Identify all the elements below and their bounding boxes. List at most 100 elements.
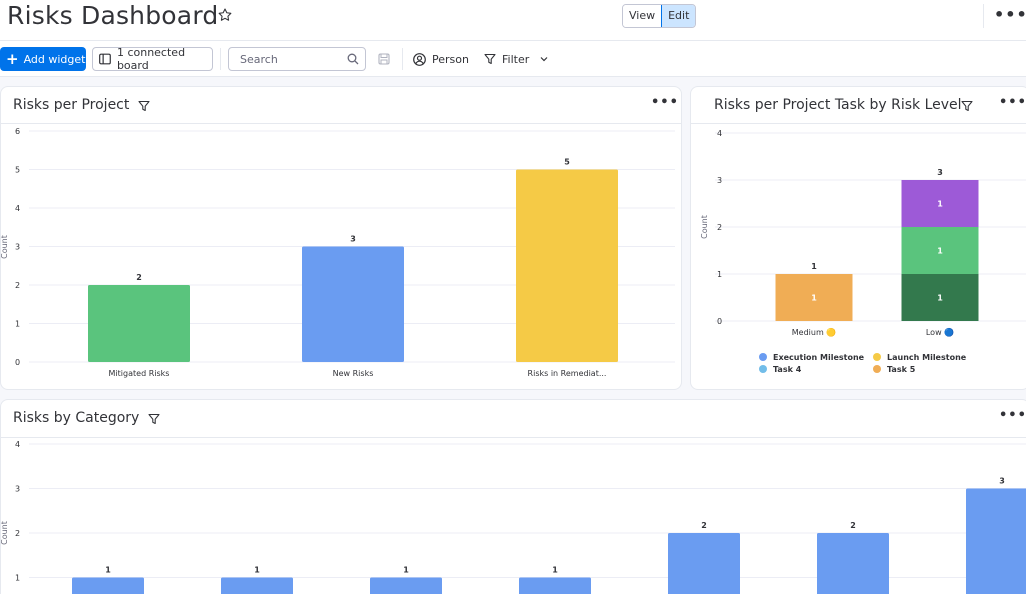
- y-axis-label: Count: [1, 521, 9, 545]
- x-tick-label: New Risks: [333, 369, 374, 378]
- legend-label: Launch Milestone: [887, 353, 967, 362]
- dashboard-header: Risks Dashboard View Edit •••: [0, 0, 1026, 41]
- y-tick-label: 4: [717, 129, 722, 138]
- y-tick-label: 5: [15, 166, 20, 175]
- segment-label: 1: [937, 294, 943, 303]
- connected-boards-label: 1 connected board: [116, 46, 186, 72]
- bar: [302, 246, 404, 362]
- chevron-down-icon: [540, 57, 548, 62]
- y-tick-label: 3: [15, 485, 20, 494]
- search-icon[interactable]: [347, 53, 359, 65]
- person-filter-button[interactable]: Person: [413, 47, 469, 71]
- add-widget-button[interactable]: + Add widget: [0, 47, 86, 71]
- more-options-icon[interactable]: •••: [994, 5, 1026, 24]
- segment-label: 1: [937, 200, 943, 209]
- y-axis-label: Count: [700, 215, 709, 239]
- bar: [88, 285, 190, 362]
- y-tick-label: 4: [15, 440, 20, 449]
- y-tick-label: 3: [15, 243, 20, 252]
- legend-swatch: [759, 365, 767, 373]
- x-tick-label: Risks in Remediat...: [528, 369, 607, 378]
- y-tick-label: 6: [15, 127, 20, 136]
- x-tick-label: Low 🔵: [926, 327, 954, 337]
- data-label: 2: [136, 273, 142, 282]
- add-widget-label: Add widget: [23, 52, 86, 66]
- star-icon[interactable]: [217, 7, 233, 23]
- data-label: 5: [564, 158, 570, 167]
- bar: [72, 577, 144, 594]
- chart-risks-per-project: 0 1 2 3 4 5 6 Count 2 Mitigated Risks 3 New Risks 5 R…: [1, 127, 675, 378]
- widget-risks-per-project: Risks per Project ••• 0 1 2 3 4 5 6 Count 2 Mitig…: [0, 86, 682, 390]
- data-label: 3: [350, 235, 356, 244]
- data-label: 3: [999, 477, 1005, 486]
- x-tick-label: Medium 🟡: [792, 327, 837, 337]
- header-divider: [983, 4, 984, 28]
- data-label: 2: [701, 521, 707, 530]
- widget-risks-by-category: Risks by Category ••• 1 2 3 4 Count 1 1 1 1 2 2 3: [0, 399, 1026, 594]
- y-tick-label: 4: [15, 204, 20, 213]
- filter-label: Filter: [502, 52, 530, 66]
- bar: [817, 533, 889, 594]
- y-tick-label: 0: [717, 317, 722, 326]
- page-title: Risks Dashboard: [7, 1, 219, 30]
- legend-swatch: [873, 353, 881, 361]
- toolbar-divider: [402, 48, 403, 70]
- y-tick-label: 2: [717, 223, 722, 232]
- legend-label: Task 4: [773, 365, 802, 374]
- legend-swatch: [873, 365, 881, 373]
- legend-label: Execution Milestone: [773, 353, 865, 362]
- widget-risks-per-task: Risks per Project Task by Risk Level •••…: [690, 86, 1026, 390]
- data-label: 1: [552, 566, 558, 575]
- chart-risks-by-category: 1 2 3 4 Count 1 1 1 1 2 2 3: [1, 440, 1026, 594]
- bar: [966, 488, 1026, 594]
- y-tick-label: 1: [15, 320, 20, 329]
- y-tick-label: 0: [15, 358, 20, 367]
- y-tick-label: 2: [15, 529, 20, 538]
- data-label: 2: [850, 521, 856, 530]
- chart-risks-per-task: 0 1 2 3 4 Count 1 1 1 1 1 Medium 🟡 3 Low 🔵 Execution M…: [700, 129, 1026, 374]
- data-label: 1: [105, 566, 111, 575]
- widget-more-icon[interactable]: •••: [651, 95, 679, 110]
- total-label: 3: [937, 168, 943, 177]
- view-button[interactable]: View: [623, 5, 662, 27]
- y-tick-label: 3: [717, 176, 722, 185]
- y-tick-label: 1: [717, 270, 722, 279]
- board-icon: [99, 53, 111, 65]
- search-input[interactable]: [240, 52, 340, 66]
- widget-more-icon[interactable]: •••: [999, 408, 1026, 423]
- total-label: 1: [811, 262, 817, 271]
- widget-more-icon[interactable]: •••: [999, 95, 1026, 110]
- y-tick-label: 1: [15, 574, 20, 583]
- connected-boards-button[interactable]: 1 connected board: [92, 46, 213, 72]
- legend-label: Task 5: [887, 365, 916, 374]
- search-field[interactable]: [228, 47, 366, 71]
- filter-button[interactable]: Filter: [484, 47, 549, 71]
- bar: [519, 577, 591, 594]
- widget-title: Risks per Project Task by Risk Level: [714, 97, 962, 113]
- bar: [516, 169, 618, 362]
- widget-title: Risks by Category: [13, 410, 140, 426]
- widget-title: Risks per Project: [13, 97, 130, 113]
- y-axis-label: Count: [1, 235, 9, 259]
- person-icon: [413, 52, 426, 66]
- filter-icon[interactable]: [138, 100, 150, 112]
- legend-swatch: [759, 353, 767, 361]
- edit-button[interactable]: Edit: [661, 5, 696, 27]
- person-label: Person: [432, 52, 469, 66]
- view-edit-toggle: View Edit: [622, 4, 697, 28]
- segment-label: 1: [937, 247, 943, 256]
- y-tick-label: 2: [15, 281, 20, 290]
- save-view-icon[interactable]: [378, 53, 390, 65]
- filter-icon[interactable]: [961, 100, 973, 112]
- filter-icon: [484, 53, 496, 65]
- bar: [370, 577, 442, 594]
- filter-icon[interactable]: [148, 413, 160, 425]
- data-label: 1: [403, 566, 409, 575]
- data-label: 1: [254, 566, 260, 575]
- plus-icon: +: [6, 49, 19, 68]
- bar: [221, 577, 293, 594]
- segment-label: 1: [811, 294, 817, 303]
- toolbar-divider: [220, 48, 221, 70]
- dashboard-toolbar: + Add widget 1 connected board Person: [0, 41, 1026, 77]
- x-tick-label: Mitigated Risks: [109, 369, 170, 378]
